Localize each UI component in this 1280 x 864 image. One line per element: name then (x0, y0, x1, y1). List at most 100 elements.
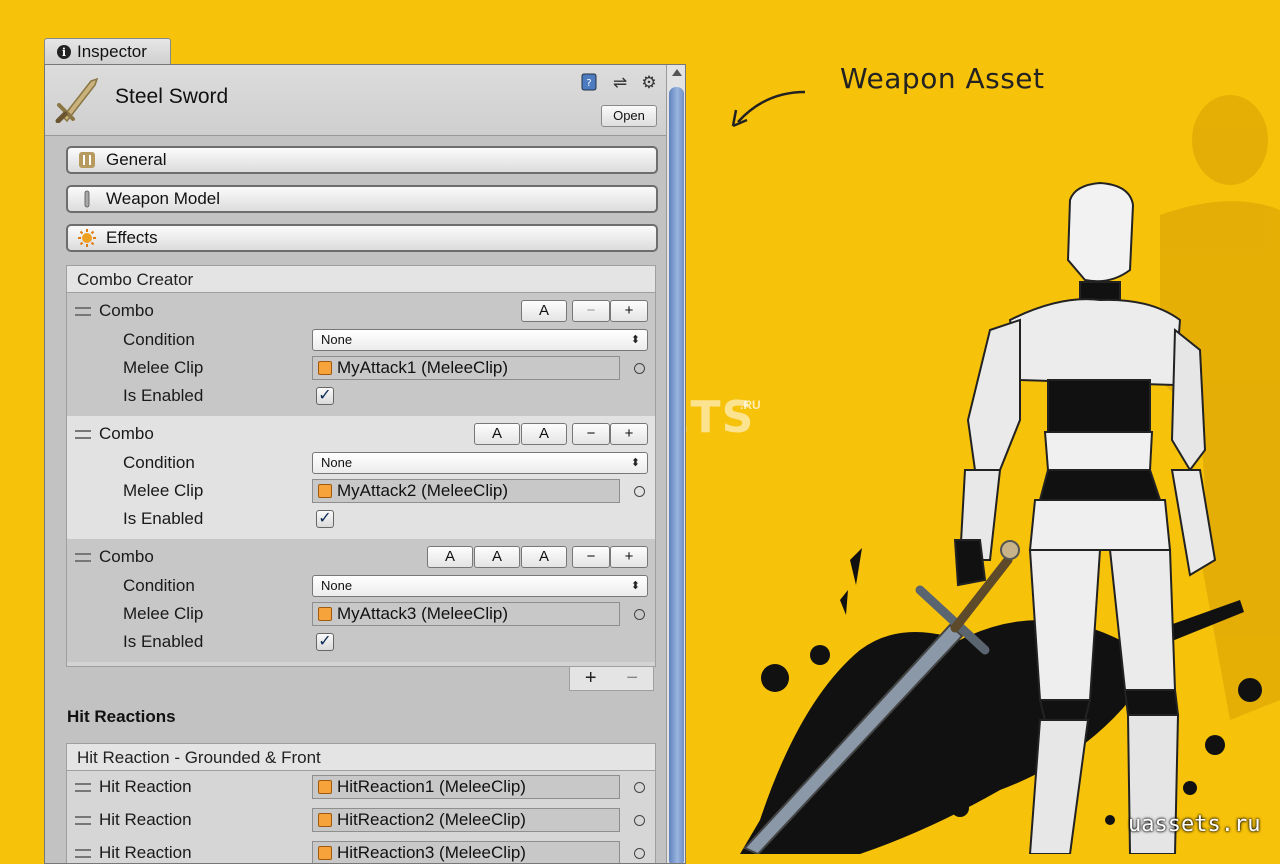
combo-creator-header: Combo Creator (67, 266, 655, 293)
hit-reaction-value: HitReaction1 (MeleeClip) (337, 777, 526, 796)
annotation-arrow (737, 90, 806, 123)
combo-creator-box: Combo Creator Combo A − + Condition None… (66, 265, 656, 667)
attack-a-button[interactable]: A (474, 546, 520, 568)
select-arrows-icon: ⬍ (630, 334, 640, 346)
condition-label: Condition (123, 330, 195, 349)
melee-clip-value: MyAttack1 (MeleeClip) (337, 358, 508, 377)
hit-reaction-row: Hit Reaction HitReaction2 (MeleeClip) (67, 804, 655, 837)
attack-a-button[interactable]: A (521, 300, 567, 322)
condition-value: None (321, 455, 353, 470)
hit-reaction-row: Hit Reaction HitReaction1 (MeleeClip) (67, 771, 655, 804)
object-picker-icon[interactable] (634, 609, 645, 620)
hit-reaction-label: Hit Reaction (99, 810, 192, 829)
scrollbar-thumb[interactable] (669, 87, 684, 863)
hit-reaction-value: HitReaction3 (MeleeClip) (337, 843, 526, 862)
section-weapon-model-button[interactable]: Weapon Model (66, 185, 658, 213)
svg-text:?: ? (586, 78, 591, 89)
hit-reaction-label: Hit Reaction (99, 843, 192, 862)
scroll-up-arrow-icon[interactable] (672, 69, 682, 76)
combo-entry: Combo A A − + Condition None ⬍ Melee Clip… (67, 416, 655, 539)
info-icon: i (57, 45, 71, 59)
combo-add-button[interactable]: + (610, 300, 648, 322)
combo-add-button[interactable]: + (610, 546, 648, 568)
scrollbar[interactable] (666, 65, 685, 863)
drag-handle-icon[interactable] (75, 430, 91, 439)
ink-splash (740, 548, 1262, 854)
object-picker-icon[interactable] (634, 486, 645, 497)
drag-handle-icon[interactable] (75, 816, 91, 825)
inspector-tab[interactable]: i Inspector (44, 38, 171, 65)
section-general-button[interactable]: General (66, 146, 658, 174)
melee-clip-icon (318, 361, 332, 375)
condition-label: Condition (123, 576, 195, 595)
is-enabled-label: Is Enabled (123, 509, 204, 528)
inspector-header: Steel Sword ? ⇌ ⚙ Open (45, 65, 666, 136)
condition-select[interactable]: None ⬍ (312, 329, 648, 351)
melee-clip-label: Melee Clip (123, 481, 204, 500)
melee-clip-icon (318, 846, 332, 860)
combo-remove-button[interactable]: − (572, 300, 610, 322)
melee-clip-field[interactable]: MyAttack2 (MeleeClip) (312, 479, 620, 503)
combo-remove-button[interactable]: − (572, 546, 610, 568)
combo-label: Combo (99, 424, 154, 443)
melee-clip-label: Melee Clip (123, 358, 204, 377)
combo-entry: Combo A A A − + Condition None ⬍ Melee Cl… (67, 539, 655, 662)
section-effects-button[interactable]: Effects (66, 224, 658, 252)
melee-clip-icon (318, 780, 332, 794)
combo-add-button[interactable]: + (610, 423, 648, 445)
section-effects-label: Effects (106, 228, 158, 247)
hit-reaction-row: Hit Reaction HitReaction3 (MeleeClip) (67, 837, 655, 863)
is-enabled-checkbox[interactable]: ✓ (316, 510, 334, 528)
site-url: uassets.ru (1128, 812, 1261, 837)
combo-label: Combo (99, 301, 154, 320)
is-enabled-label: Is Enabled (123, 632, 204, 651)
open-button[interactable]: Open (601, 105, 657, 127)
help-book-icon[interactable]: ? (579, 73, 599, 93)
melee-clip-value: MyAttack2 (MeleeClip) (337, 481, 508, 500)
remove-combo-button[interactable]: − (626, 667, 638, 690)
condition-label: Condition (123, 453, 195, 472)
asset-title: Steel Sword (115, 85, 229, 108)
gear-icon[interactable]: ⚙ (639, 73, 659, 93)
effects-icon (78, 229, 96, 247)
section-general-label: General (106, 150, 167, 169)
object-picker-icon[interactable] (634, 815, 645, 826)
attack-a-button[interactable]: A (474, 423, 520, 445)
melee-clip-icon (318, 484, 332, 498)
is-enabled-checkbox[interactable]: ✓ (316, 387, 334, 405)
condition-select[interactable]: None ⬍ (312, 452, 648, 474)
weapon-asset-annotation: Weapon Asset (840, 62, 1045, 95)
attack-a-button[interactable]: A (521, 423, 567, 445)
attack-a-button[interactable]: A (427, 546, 473, 568)
hit-reaction-field[interactable]: HitReaction2 (MeleeClip) (312, 808, 620, 832)
attack-a-button[interactable]: A (521, 546, 567, 568)
drag-handle-icon[interactable] (75, 307, 91, 316)
condition-select[interactable]: None ⬍ (312, 575, 648, 597)
object-picker-icon[interactable] (634, 363, 645, 374)
sword-icon (55, 77, 99, 123)
melee-clip-icon (318, 813, 332, 827)
drag-handle-icon[interactable] (75, 553, 91, 562)
add-combo-button[interactable]: + (585, 667, 597, 690)
object-picker-icon[interactable] (634, 782, 645, 793)
combo-list-footer: + − (569, 667, 654, 691)
combo-remove-button[interactable]: − (572, 423, 610, 445)
general-icon (79, 152, 95, 168)
watermark-suffix: .RU (740, 398, 761, 412)
combo-entry: Combo A − + Condition None ⬍ Melee Clip M… (67, 293, 655, 416)
condition-value: None (321, 578, 353, 593)
hit-reaction-header: Hit Reaction - Grounded & Front (67, 744, 655, 771)
weapon-model-icon (84, 190, 90, 208)
hit-reaction-field[interactable]: HitReaction3 (MeleeClip) (312, 841, 620, 863)
is-enabled-label: Is Enabled (123, 386, 204, 405)
melee-clip-field[interactable]: MyAttack3 (MeleeClip) (312, 602, 620, 626)
hit-reactions-title: Hit Reactions (67, 707, 176, 726)
preset-sliders-icon[interactable]: ⇌ (610, 73, 630, 93)
condition-value: None (321, 332, 353, 347)
is-enabled-checkbox[interactable]: ✓ (316, 633, 334, 651)
hit-reaction-label: Hit Reaction (99, 777, 192, 796)
drag-handle-icon[interactable] (75, 783, 91, 792)
melee-clip-field[interactable]: MyAttack1 (MeleeClip) (312, 356, 620, 380)
hit-reaction-field[interactable]: HitReaction1 (MeleeClip) (312, 775, 620, 799)
melee-clip-label: Melee Clip (123, 604, 204, 623)
